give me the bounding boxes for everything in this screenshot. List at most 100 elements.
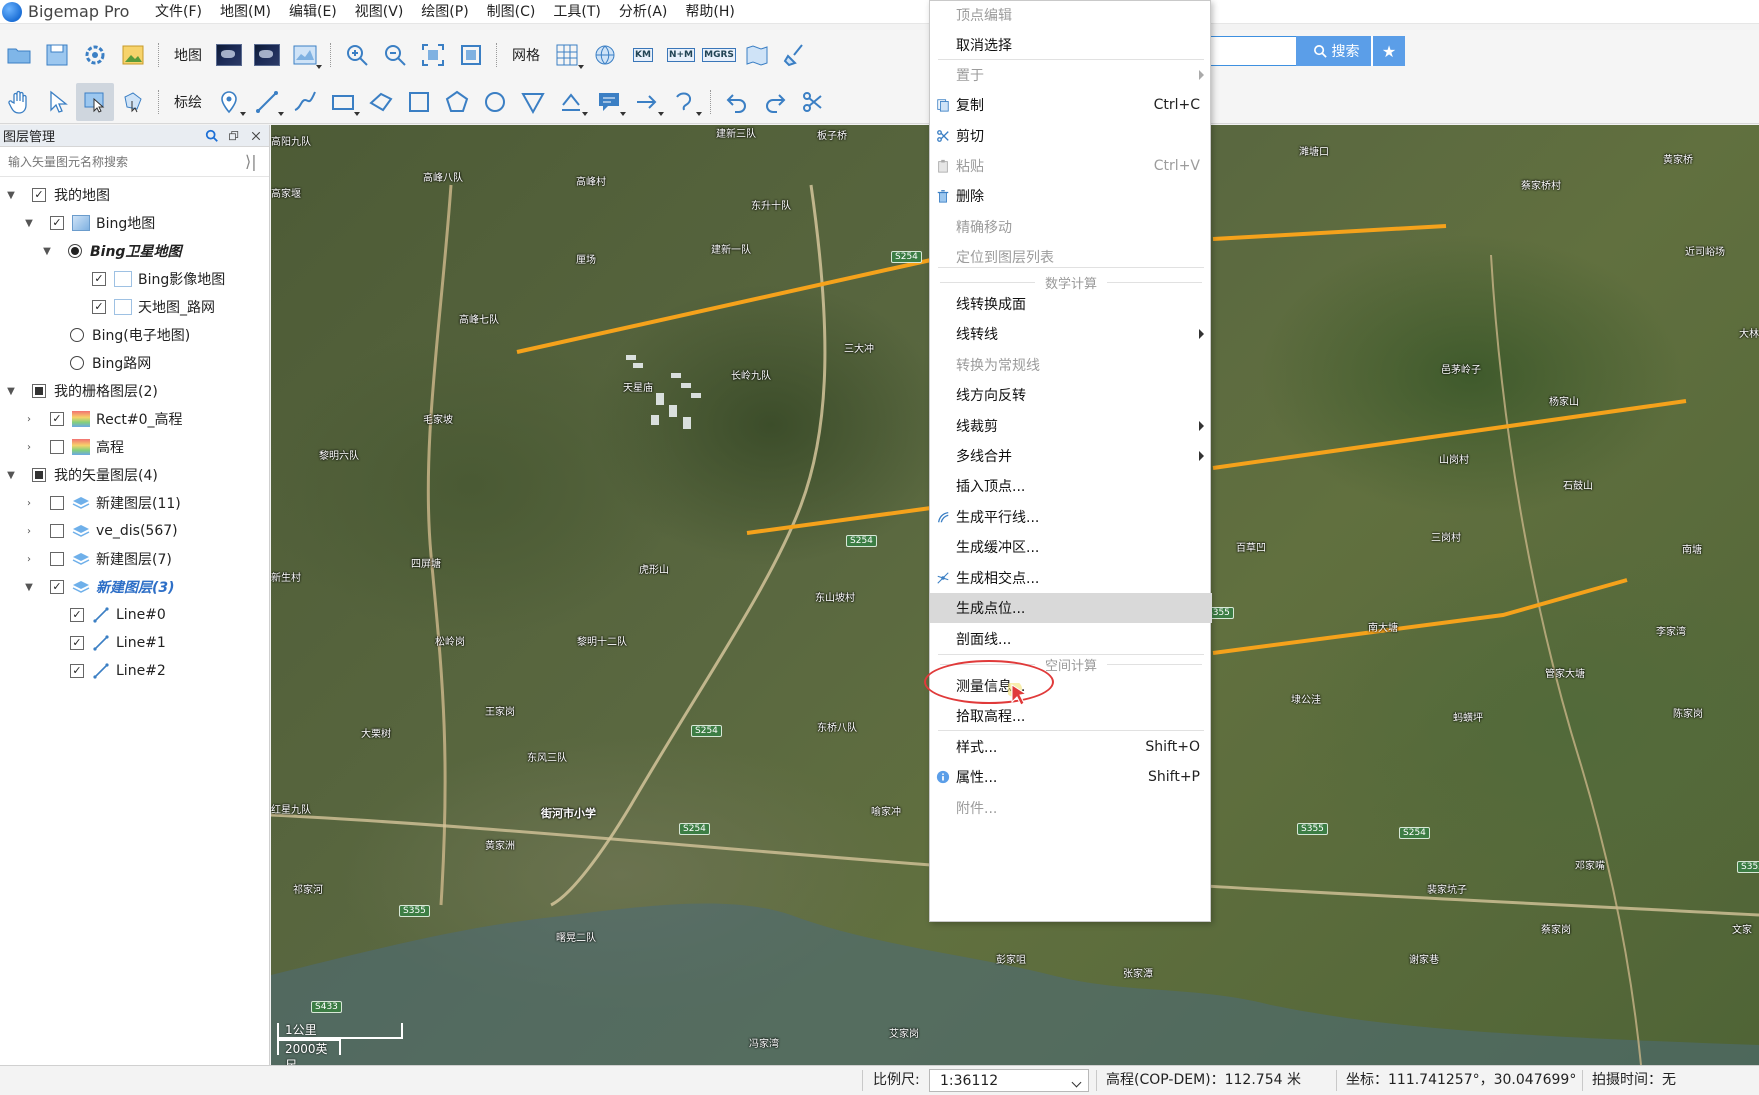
menu-analysis[interactable]: 分析(A): [610, 0, 677, 24]
draw-curve-button[interactable]: [286, 83, 324, 121]
tree-row-new-layer-11[interactable]: › 新建图层(11): [0, 489, 269, 517]
map-tile-button[interactable]: [738, 36, 776, 74]
menu-item-6[interactable]: 删除: [930, 181, 1212, 211]
menu-tools[interactable]: 工具(T): [544, 0, 609, 24]
search-icon[interactable]: [203, 127, 221, 145]
expand-arrow-icon[interactable]: ▼: [40, 244, 54, 258]
menu-help[interactable]: 帮助(H): [676, 0, 743, 24]
lnglat-grid-button[interactable]: [586, 36, 624, 74]
checkbox[interactable]: [50, 440, 64, 454]
draw-line-button[interactable]: [248, 83, 286, 121]
tree-row-line-1[interactable]: ✓ Line#1: [0, 629, 269, 657]
radio-button[interactable]: [68, 244, 82, 258]
checkbox[interactable]: ✓: [70, 664, 84, 678]
tree-row-tianditu-roads[interactable]: ✓ 天地图_路网: [0, 293, 269, 321]
menu-draw[interactable]: 绘图(P): [412, 0, 477, 24]
expand-arrow-icon[interactable]: ▼: [22, 580, 36, 594]
select-feature-button[interactable]: [76, 82, 114, 121]
expand-arrow-icon[interactable]: ▼: [4, 468, 18, 482]
save-button[interactable]: [38, 36, 76, 74]
satellite-map-button[interactable]: [210, 36, 248, 74]
menu-item-25[interactable]: 样式... Shift+O: [930, 732, 1212, 762]
km-grid-button[interactable]: KM: [624, 36, 662, 74]
draw-square-button[interactable]: [400, 83, 438, 121]
draw-freehand-button[interactable]: [666, 83, 704, 121]
layer-search-input[interactable]: [0, 153, 245, 170]
pan-button[interactable]: [0, 83, 38, 121]
clear-button[interactable]: [776, 36, 814, 74]
search-button[interactable]: 搜索: [1296, 36, 1376, 66]
tree-row-bing-roads[interactable]: Bing路网: [0, 349, 269, 377]
zoom-in-button[interactable]: [338, 36, 376, 74]
tree-row-bing-electronic[interactable]: Bing(电子地图): [0, 321, 269, 349]
checkbox[interactable]: ✓: [92, 272, 106, 286]
open-folder-button[interactable]: [0, 36, 38, 74]
menu-item-21[interactable]: 剖面线...: [930, 624, 1212, 654]
checkbox[interactable]: [50, 552, 64, 566]
menu-view[interactable]: 视图(V): [346, 0, 413, 24]
draw-rectangle-button[interactable]: [324, 83, 362, 121]
select-button[interactable]: [38, 83, 76, 121]
tree-row-elevation[interactable]: › 高程: [0, 433, 269, 461]
menu-item-13[interactable]: 线方向反转: [930, 380, 1212, 410]
tree-row-my-maps[interactable]: ▼ ✓ 我的地图: [0, 181, 269, 209]
tree-row-bing-imagery[interactable]: ✓ Bing影像地图: [0, 265, 269, 293]
grid-button[interactable]: [548, 36, 586, 74]
menu-item-4[interactable]: 剪切: [930, 121, 1212, 151]
collapse-arrow-icon[interactable]: ›: [22, 412, 36, 426]
collapse-arrow-icon[interactable]: ⟩|: [245, 152, 269, 171]
menu-item-26[interactable]: 属性... Shift+P: [930, 762, 1212, 792]
expand-arrow-icon[interactable]: ▼: [22, 216, 36, 230]
scale-select[interactable]: 1:36112: [929, 1069, 1089, 1092]
tree-row-ve-dis[interactable]: › ve_dis(567): [0, 517, 269, 545]
scissor-tool-button[interactable]: [794, 83, 832, 121]
menu-item-14[interactable]: 线裁剪: [930, 411, 1212, 441]
tree-row-vector-layers[interactable]: ▼ 我的矢量图层(4): [0, 461, 269, 489]
radio-button[interactable]: [70, 356, 84, 370]
line-feature-2[interactable]: [1212, 578, 1628, 655]
checkbox[interactable]: ✓: [32, 188, 46, 202]
draw-callout-button[interactable]: [590, 83, 628, 121]
menu-item-18[interactable]: 生成缓冲区...: [930, 532, 1212, 562]
mgrs-grid-button[interactable]: MGRS: [700, 36, 738, 74]
tree-row-line-0[interactable]: ✓ Line#0: [0, 601, 269, 629]
zoom-out-button[interactable]: [376, 36, 414, 74]
tree-row-rect-elevation[interactable]: › ✓ Rect#0_高程: [0, 405, 269, 433]
menu-map[interactable]: 地图(M): [211, 0, 280, 24]
menu-item-1[interactable]: 取消选择: [930, 30, 1212, 60]
menu-item-20[interactable]: 生成点位...: [930, 593, 1212, 623]
night-map-button[interactable]: [248, 36, 286, 74]
zoom-extent-button[interactable]: [414, 36, 452, 74]
image-button[interactable]: [114, 36, 152, 74]
menu-item-19[interactable]: 生成相交点...: [930, 563, 1212, 593]
tree-row-raster-layers[interactable]: ▼ 我的栅格图层(2): [0, 377, 269, 405]
collapse-arrow-icon[interactable]: ›: [22, 496, 36, 510]
menu-item-16[interactable]: 插入顶点...: [930, 471, 1212, 501]
draw-text-button[interactable]: [552, 83, 590, 121]
menu-item-24[interactable]: 拾取高程...: [930, 701, 1212, 731]
undo-button[interactable]: [718, 83, 756, 121]
menu-item-15[interactable]: 多线合并: [930, 441, 1212, 471]
full-extent-button[interactable]: [452, 36, 490, 74]
menu-item-11[interactable]: 线转线: [930, 319, 1212, 349]
settings-button[interactable]: [76, 36, 114, 74]
collapse-arrow-icon[interactable]: ›: [22, 552, 36, 566]
tree-row-new-layer-3[interactable]: ▼ ✓ 新建图层(3): [0, 573, 269, 601]
line-feature-0-right[interactable]: [1212, 224, 1447, 241]
redo-button[interactable]: [756, 83, 794, 121]
checkbox[interactable]: ✓: [70, 636, 84, 650]
draw-sector-button[interactable]: [514, 83, 552, 121]
draw-point-button[interactable]: [210, 83, 248, 121]
draw-pentagon-button[interactable]: [438, 83, 476, 121]
favorite-button[interactable]: ★: [1371, 36, 1405, 66]
map-source-button[interactable]: [286, 36, 324, 74]
tree-row-bing-satellite[interactable]: ▼ Bing卫星地图: [0, 237, 269, 265]
checkbox[interactable]: ✓: [70, 608, 84, 622]
edit-feature-button[interactable]: [114, 83, 152, 121]
draw-circle-button[interactable]: [476, 83, 514, 121]
restore-window-icon[interactable]: [225, 127, 243, 145]
checkbox[interactable]: ✓: [50, 412, 64, 426]
checkbox[interactable]: [50, 524, 64, 538]
checkbox[interactable]: [50, 496, 64, 510]
menu-edit[interactable]: 编辑(E): [280, 0, 346, 24]
